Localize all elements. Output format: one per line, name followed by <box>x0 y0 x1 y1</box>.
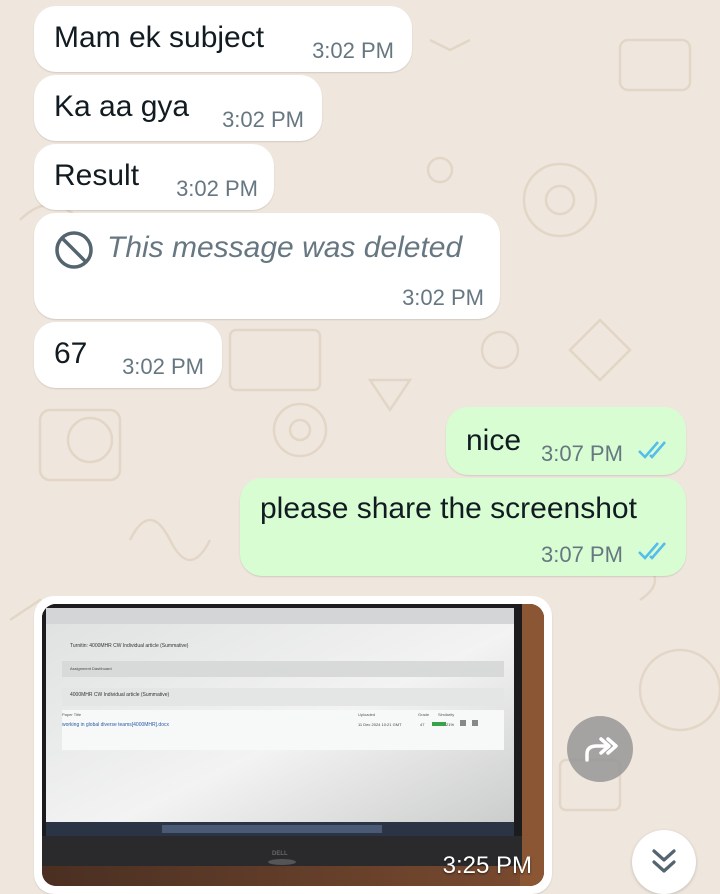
message-bubble-deleted[interactable]: This message was deleted 3:02 PM <box>34 213 500 319</box>
column-grade: Grade <box>418 712 430 717</box>
message-text: please share the screenshot <box>260 492 637 525</box>
column-uploaded: Uploaded <box>358 712 376 717</box>
message-bubble-outgoing[interactable]: please share the screenshot 3:07 PM <box>240 478 686 576</box>
dell-logo: DELL <box>272 851 288 857</box>
message-bubble-image[interactable]: Turnitin: 4000MHR CW Individual article … <box>34 596 552 894</box>
message-text: Ka aa gya <box>54 90 190 123</box>
message-bubble-incoming[interactable]: 67 3:02 PM <box>34 322 222 388</box>
turnitin-title: Turnitin: 4000MHR CW Individual article … <box>70 643 189 649</box>
message-time: 3:02 PM <box>222 107 304 132</box>
forward-button[interactable] <box>567 716 633 782</box>
forward-icon <box>581 734 619 764</box>
row-similarity: 21% <box>446 722 455 727</box>
double-check-icon <box>638 540 670 567</box>
message-text: Mam ek subject <box>54 21 265 54</box>
image-message-time: 3:25 PM <box>442 852 532 879</box>
laptop-photo[interactable]: Turnitin: 4000MHR CW Individual article … <box>42 604 544 886</box>
message-text: Result <box>54 159 140 192</box>
message-text: 67 <box>54 337 88 370</box>
nav-label: Assignment Dashboard <box>70 666 112 671</box>
message-time: 3:07 PM <box>541 542 623 567</box>
scroll-to-bottom-button[interactable] <box>632 830 696 894</box>
message-time: 3:02 PM <box>176 176 258 201</box>
message-time: 3:07 PM <box>541 441 623 466</box>
double-chevron-down-icon <box>650 847 678 877</box>
double-check-icon <box>638 439 670 466</box>
breadcrumb: 4000MHR CW Individual article (Summative… <box>70 692 170 698</box>
message-bubble-outgoing[interactable]: nice 3:07 PM <box>446 407 686 475</box>
row-grade: 47 <box>420 722 425 727</box>
message-bubble-incoming[interactable]: Mam ek subject 3:02 PM <box>34 6 412 72</box>
row-uploaded: 11 Dec 2024 10:21 GMT <box>358 722 402 727</box>
column-similarity: Similarity <box>438 712 455 717</box>
message-time: 3:02 PM <box>312 38 394 63</box>
prohibited-icon <box>54 230 94 275</box>
message-bubble-incoming[interactable]: Ka aa gya 3:02 PM <box>34 75 322 141</box>
row-paper-title: working in global diverse teams[4000MHR]… <box>62 722 169 728</box>
column-paper-title: Paper Title <box>62 712 82 717</box>
deleted-message-text: This message was deleted <box>107 231 463 264</box>
message-text: nice <box>466 424 522 457</box>
message-time: 3:02 PM <box>122 354 204 379</box>
message-time: 3:02 PM <box>402 285 484 310</box>
message-bubble-incoming[interactable]: Result 3:02 PM <box>34 144 274 210</box>
